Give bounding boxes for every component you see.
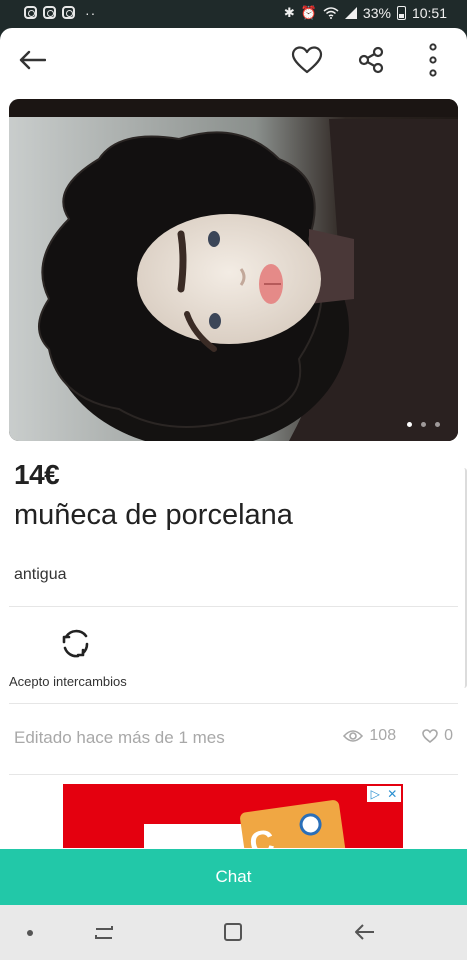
recents-icon[interactable] <box>93 922 115 942</box>
back-button[interactable] <box>14 42 50 78</box>
share-button[interactable] <box>353 42 389 78</box>
home-icon[interactable] <box>223 922 243 942</box>
divider <box>9 606 458 607</box>
instagram-icon <box>62 6 75 19</box>
scroll-indicator <box>463 468 467 688</box>
clock: 10:51 <box>411 5 447 21</box>
price: 14€ <box>14 459 60 490</box>
photo-pager <box>407 422 440 427</box>
battery-percent: 33% <box>362 5 391 21</box>
back-icon[interactable] <box>354 922 376 942</box>
status-bar: ·· ✱ ⏰ 33% 10:51 <box>0 0 467 28</box>
pager-dot <box>435 422 440 427</box>
play-icon: ▷ <box>370 787 380 801</box>
favorite-button[interactable] <box>289 42 325 78</box>
close-icon[interactable]: ✕ <box>387 787 397 801</box>
listing-stats: 108 0 <box>343 727 453 745</box>
dot-icon[interactable] <box>27 930 33 936</box>
more-options-button[interactable] <box>416 40 450 80</box>
alarm-icon: ⏰ <box>300 5 317 20</box>
signal-icon <box>344 7 357 19</box>
battery-icon <box>396 6 406 20</box>
share-icon <box>358 46 384 74</box>
ad-choices[interactable]: ▷ ✕ <box>367 786 401 802</box>
more-dots-icon: ·· <box>85 4 97 21</box>
navigation-bar <box>0 905 467 960</box>
ad-card-image: C <box>239 799 347 848</box>
divider <box>9 703 458 704</box>
favorites-count: 0 <box>444 727 453 744</box>
listing-title: muñeca de porcelana <box>14 499 293 531</box>
wifi-icon <box>323 7 339 19</box>
listing-photo[interactable] <box>9 99 458 441</box>
bluetooth-icon: ✱ <box>283 5 295 20</box>
exchange-icon <box>62 629 89 658</box>
top-bar <box>0 28 467 90</box>
ad-banner[interactable]: C ▷ ✕ <box>63 784 403 848</box>
back-arrow-icon <box>19 50 46 70</box>
listing-description: antigua <box>14 566 67 583</box>
views-count: 108 <box>369 727 397 744</box>
chat-button[interactable]: Chat <box>0 849 467 905</box>
pager-dot <box>421 422 426 427</box>
more-vertical-icon <box>429 43 437 77</box>
eye-icon <box>343 730 364 742</box>
instagram-icon <box>24 6 37 19</box>
heart-icon <box>422 729 438 743</box>
heart-icon <box>291 46 323 74</box>
listing-screen: 14€ muñeca de porcelana antigua Acepto i… <box>0 28 467 905</box>
edited-date: Editado hace más de 1 mes <box>14 728 225 747</box>
porcelain-doll-photo <box>9 99 458 441</box>
pager-dot <box>407 422 412 427</box>
instagram-icon <box>43 6 56 19</box>
divider <box>9 774 458 775</box>
exchange-label: Acepto intercambios <box>9 674 127 689</box>
